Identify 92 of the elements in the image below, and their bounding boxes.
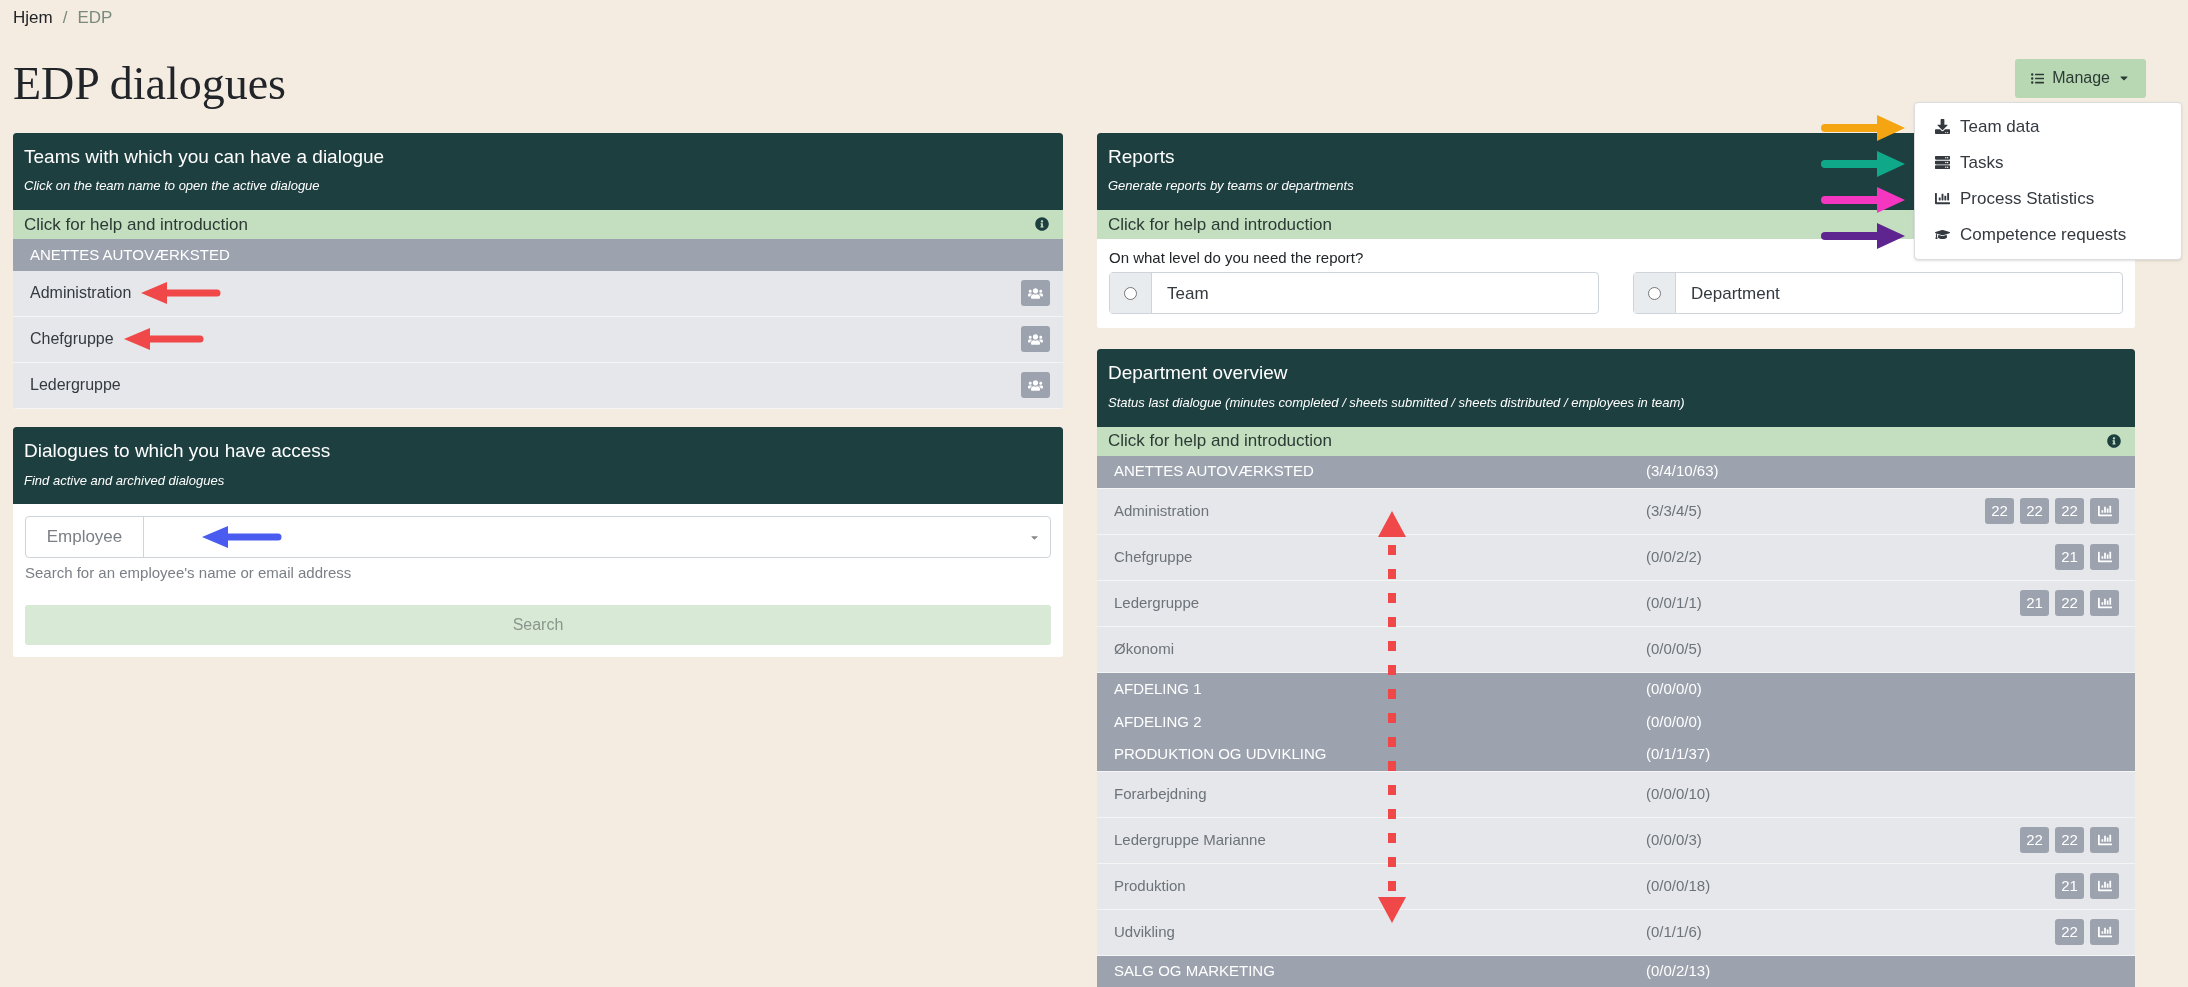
team-link[interactable]: Ledergruppe: [30, 373, 121, 398]
field-label: Employee: [26, 517, 144, 557]
dialogue-badge[interactable]: 22: [2020, 827, 2049, 853]
status-count: (0/1/1/37): [1646, 744, 1711, 765]
dialogue-badge[interactable]: 21: [2020, 590, 2049, 616]
team-name[interactable]: Ledergruppe Marianne: [1114, 828, 1646, 852]
dialogue-badge[interactable]: 22: [1985, 498, 2014, 524]
field-hint: Search for an employee's name or email address: [25, 563, 353, 583]
employee-select[interactable]: Employee: [25, 516, 1051, 558]
status-count: (0/0/0/10): [1646, 783, 1711, 804]
users-icon: [1028, 377, 1043, 393]
menu-item[interactable]: Tasks: [1915, 144, 2181, 181]
radio-button[interactable]: [1124, 286, 1137, 300]
department-name: SALG OG MARKETING: [1114, 961, 1276, 982]
users-icon: [1028, 331, 1043, 347]
radio-option[interactable]: Team: [1109, 272, 1599, 315]
help-link[interactable]: Click for help and introduction: [1108, 211, 1332, 237]
help-bar[interactable]: Click for help and introduction: [13, 209, 1063, 239]
dialogue-badge[interactable]: 22: [2055, 827, 2084, 853]
department-name: AFDELING 1: [1114, 678, 1203, 699]
team-name[interactable]: Udvikling: [1114, 920, 1646, 944]
statistics-button[interactable]: [2090, 590, 2119, 616]
team-name[interactable]: Økonomi: [1114, 637, 1646, 661]
bar-chart-icon: [2097, 504, 2112, 518]
list-icon: [2031, 71, 2045, 85]
panel-subtitle: Click on the team name to open the active dialogue: [24, 177, 320, 196]
page-title: EDP dialogues: [13, 60, 286, 107]
bar-chart-icon: [2097, 550, 2112, 564]
department-name: PRODUKTION OG UDVIKLING: [1114, 744, 1328, 765]
bar-chart-icon: [2097, 596, 2112, 610]
team-name[interactable]: Administration: [1114, 499, 1646, 523]
download-icon: [1935, 119, 1950, 134]
help-link[interactable]: Click for help and introduction: [24, 211, 248, 237]
department-name: AFDELING 2: [1114, 711, 1203, 732]
menu-item[interactable]: Team data: [1915, 108, 2181, 145]
team-members-button[interactable]: [1021, 372, 1050, 399]
team-name[interactable]: Forarbejdning: [1114, 782, 1646, 806]
status-count: (0/0/0/5): [1646, 638, 1702, 659]
statistics-button[interactable]: [2090, 498, 2119, 524]
radio-option[interactable]: Department: [1633, 272, 2123, 315]
team-name[interactable]: Chefgruppe: [1114, 545, 1646, 569]
status-count: (0/0/2/2): [1646, 546, 1702, 567]
bar-chart-icon: [1935, 191, 1950, 206]
panel-subtitle: Generate reports by teams or departments: [1108, 177, 1354, 196]
status-count: (0/1/1/6): [1646, 921, 1702, 942]
dialogue-badge[interactable]: 22: [2055, 498, 2084, 524]
panel-title: Reports: [1108, 144, 1175, 169]
status-count: (0/0/0/0): [1646, 711, 1702, 732]
status-count: (0/0/1/1): [1646, 592, 1702, 613]
panel-title: Teams with which you can have a dialogue: [24, 144, 385, 169]
statistics-button[interactable]: [2090, 544, 2119, 570]
bar-chart-icon: [2097, 925, 2112, 939]
statistics-button[interactable]: [2090, 919, 2119, 945]
help-bar[interactable]: Click for help and introduction: [1097, 426, 2135, 456]
dialogue-badge[interactable]: 22: [2020, 498, 2049, 524]
status-count: (0/0/0/3): [1646, 829, 1702, 850]
status-count: (0/0/0/18): [1646, 875, 1711, 896]
radio-button[interactable]: [1648, 286, 1661, 300]
help-link[interactable]: Click for help and introduction: [1108, 428, 1332, 454]
panel-subtitle: Status last dialogue (minutes completed / sheets submitted / sheets distributed / employees in team): [1108, 394, 1685, 412]
dialogue-badge[interactable]: 22: [2055, 590, 2084, 616]
dialogue-badge[interactable]: 21: [2055, 873, 2084, 899]
dialogue-badge[interactable]: 21: [2055, 544, 2084, 570]
report-question: On what level do you need the report?: [1109, 247, 1365, 268]
statistics-button[interactable]: [2090, 873, 2119, 899]
status-count: (3/4/10/63): [1646, 461, 1719, 482]
manage-button[interactable]: Manage: [2015, 58, 2146, 98]
group-row: ANETTES AUTOVÆRKSTED: [13, 238, 1063, 271]
status-count: (0/0/0/0): [1646, 678, 1702, 699]
team-link[interactable]: Chefgruppe: [30, 327, 114, 352]
team-name[interactable]: Produktion: [1114, 874, 1646, 898]
bar-chart-icon: [2097, 879, 2112, 893]
status-count: (0/0/2/13): [1646, 961, 1711, 982]
panel-title: Department overview: [1108, 361, 1288, 385]
panel-subtitle: Find active and archived dialogues: [24, 471, 225, 490]
statistics-button[interactable]: [2090, 827, 2119, 853]
team-members-button[interactable]: [1021, 326, 1050, 353]
info-icon: [2107, 434, 2121, 448]
server-icon: [1935, 155, 1950, 170]
team-members-button[interactable]: [1021, 280, 1050, 307]
panel-title: Dialogues to which you have access: [24, 438, 331, 463]
bar-chart-icon: [2097, 833, 2112, 847]
dialogue-badge[interactable]: 22: [2055, 919, 2084, 945]
department-name: ANETTES AUTOVÆRKSTED: [1114, 461, 1315, 482]
users-icon: [1028, 285, 1043, 301]
info-icon: [1035, 217, 1049, 232]
breadcrumb-separator: /: [62, 7, 68, 29]
team-name[interactable]: Ledergruppe: [1114, 591, 1646, 615]
status-count: (3/3/4/5): [1646, 500, 1702, 521]
team-link[interactable]: Administration: [30, 281, 132, 306]
graduation-cap-icon: [1935, 227, 1950, 242]
breadcrumb-link[interactable]: Hjem: [13, 5, 53, 31]
